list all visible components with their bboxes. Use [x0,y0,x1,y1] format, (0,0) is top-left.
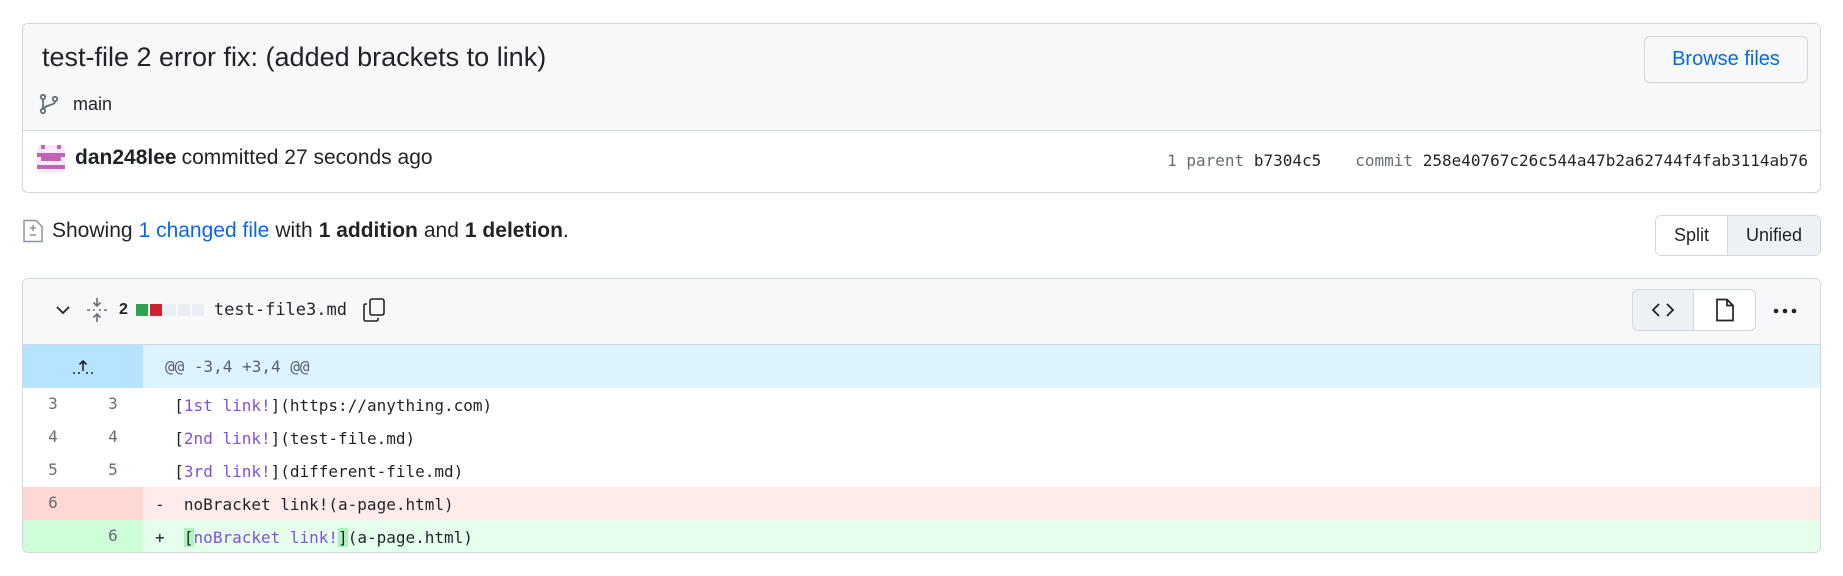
branch-name[interactable]: main [73,94,112,115]
branch-indicator[interactable]: main [37,92,112,116]
code-token-link-text: 3rd link! [183,462,271,481]
code-token: noBracket link!(a-page.html) [183,495,454,514]
code-token: [ [174,429,184,448]
code-token-added: [ [183,528,194,547]
line-sign [155,462,165,481]
file-diff: 2 test-file3.md @@ -3,4 +3,4 @@ 3 3 [1st… [22,278,1821,553]
summary-showing: Showing [52,219,133,242]
expand-up-button[interactable] [23,345,143,388]
git-branch-icon [39,93,59,115]
code-token: ](test-file.md) [270,429,416,448]
file-diff-icon [23,219,43,243]
new-line-number[interactable]: 5 [83,454,143,487]
line-code: [1st link!](https://anything.com) [143,388,1820,421]
file-icon [1715,298,1734,322]
file-header: 2 test-file3.md [23,279,1820,345]
diffstat-add [135,304,148,316]
commit-sha-info: 1 parent b7304c5 commit 258e40767c26c544… [1167,151,1808,170]
line-sign: + [155,528,165,547]
diffstat-bar [135,304,204,316]
summary-and: and [423,219,459,242]
code-token: ](different-file.md) [270,462,464,481]
diff-view-toggle: Split Unified [1654,215,1821,256]
additions-count: 1 addition [318,219,418,242]
line-code: - noBracket link!(a-page.html) [143,487,1820,520]
file-name[interactable]: test-file3.md [214,300,347,320]
commit-label: commit [1355,151,1414,170]
line-code: + [noBracket link!](a-page.html) [143,520,1820,552]
diffstat-neutral [191,304,204,316]
code-icon [1651,303,1675,317]
diff-line: 5 5 [3rd link!](different-file.md) [23,454,1820,487]
summary-period: . [562,219,569,242]
commit-time: committed 27 seconds ago [181,146,433,169]
parent-sha-link[interactable]: b7304c5 [1254,151,1321,170]
old-line-number[interactable]: 6 [23,487,83,520]
commit-author-line: dan248lee committed 27 seconds ago [75,146,433,170]
deleted-line: 6 - noBracket link!(a-page.html) [23,487,1820,520]
code-token-link-text: noBracket link! [193,528,339,547]
new-line-number[interactable]: 6 [83,520,143,552]
copy-icon[interactable] [361,297,387,323]
commit-info: commit 258e40767c26c544a47b2a62744f4fab3… [1355,151,1808,170]
split-view-button[interactable]: Split [1655,216,1728,255]
old-line-number[interactable]: 3 [23,388,83,421]
commit-title: test-file 2 error fix: (added brackets t… [42,42,547,72]
change-count: 2 [119,301,128,318]
unfold-icon[interactable] [85,297,109,323]
file-view-toggle [1632,289,1756,331]
diffstat-neutral [163,304,176,316]
changed-files-link[interactable]: 1 changed file [139,219,270,243]
new-line-number[interactable]: 3 [83,388,143,421]
line-sign: - [155,495,165,514]
commit-meta: dan248lee committed 27 seconds ago 1 pare… [23,131,1820,192]
old-line-number[interactable]: 4 [23,421,83,454]
code-token: (a-page.html) [347,528,473,547]
new-line-number[interactable]: 4 [83,421,143,454]
diffstat-neutral [177,304,190,316]
code-token-link-text: 2nd link! [183,429,271,448]
code-token: [ [174,462,184,481]
diff-summary: Showing 1 changed file with 1 addition a… [22,219,569,243]
line-sign [155,429,165,448]
line-code: [3rd link!](different-file.md) [143,454,1820,487]
line-sign [155,396,165,415]
parent-info: 1 parent b7304c5 [1167,151,1321,170]
unified-view-button[interactable]: Unified [1727,216,1820,255]
new-line-number[interactable] [83,487,143,520]
summary-with: with [275,219,313,242]
old-line-number[interactable]: 5 [23,454,83,487]
old-line-number[interactable] [23,520,83,552]
avatar[interactable] [37,145,65,173]
chevron-down-icon[interactable] [53,300,73,320]
code-token-link-text: 1st link! [183,396,271,415]
added-line: 6 + [noBracket link!](a-page.html) [23,520,1820,552]
kebab-horizontal-icon[interactable] [1772,301,1798,321]
commit-title-bar: test-file 2 error fix: (added brackets t… [23,24,1820,131]
diffstat-del [149,304,162,316]
file-view-button[interactable] [1694,290,1755,330]
parent-label: 1 parent [1167,151,1245,170]
hunk-header-text: @@ -3,4 +3,4 @@ [165,357,310,376]
code-view-button[interactable] [1633,290,1694,330]
browse-files-button[interactable]: Browse files [1644,36,1808,83]
code-token-added: ] [338,528,348,547]
hunk-header: @@ -3,4 +3,4 @@ [23,345,1820,388]
author-link[interactable]: dan248lee [75,146,177,169]
diff-line: 3 3 [1st link!](https://anything.com) [23,388,1820,421]
code-token: ](https://anything.com) [270,396,493,415]
fold-up-icon [73,359,93,374]
code-token: [ [174,396,184,415]
diff-line: 4 4 [2nd link!](test-file.md) [23,421,1820,454]
commit-header: test-file 2 error fix: (added brackets t… [22,23,1821,193]
deletions-count: 1 deletion [464,219,563,242]
commit-sha: 258e40767c26c544a47b2a62744f4fab3114ab76 [1422,151,1808,170]
line-code: [2nd link!](test-file.md) [143,421,1820,454]
